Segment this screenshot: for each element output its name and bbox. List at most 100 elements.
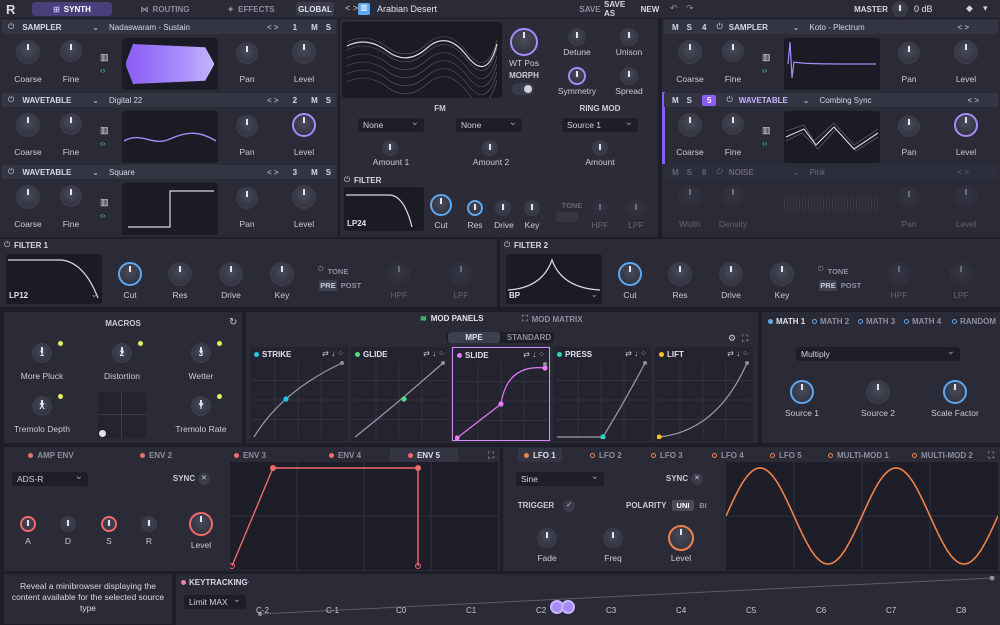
- macro-2-knob[interactable]: 2: [112, 343, 132, 363]
- coarse-knob[interactable]: [678, 113, 702, 137]
- pan-knob[interactable]: [236, 187, 258, 209]
- link-icon[interactable]: ‹›: [100, 66, 105, 75]
- fine-knob[interactable]: [60, 185, 82, 207]
- lfo-tab-4[interactable]: LFO 4: [706, 448, 750, 462]
- source-name[interactable]: Square: [109, 168, 267, 177]
- math-mode-select[interactable]: Multiply: [796, 346, 960, 361]
- mute-button[interactable]: M: [672, 96, 679, 105]
- macro-label[interactable]: Wetter: [165, 371, 237, 381]
- curve-tools-icon[interactable]: ⇄ ↓ ⁘: [523, 350, 545, 359]
- lfo-fade-knob[interactable]: [537, 528, 557, 548]
- tone-power-icon[interactable]: ⏻: [818, 266, 824, 274]
- mpe-curve-panel[interactable]: LIFT ⇄ ↓ ⁘: [655, 347, 753, 441]
- unison-knob[interactable]: [620, 28, 638, 46]
- fine-knob[interactable]: [722, 113, 744, 135]
- lfo-uni-button[interactable]: UNI: [672, 500, 694, 511]
- lfo-level-knob[interactable]: [668, 525, 694, 551]
- mute-button[interactable]: M: [311, 168, 318, 177]
- mpe-button[interactable]: MPE: [448, 332, 500, 343]
- fine-knob[interactable]: [60, 113, 82, 135]
- coarse-knob[interactable]: [678, 185, 702, 209]
- solo-button[interactable]: S: [326, 96, 331, 105]
- math-scale-factor-knob[interactable]: [943, 380, 967, 404]
- tab-routing[interactable]: ⋈ ROUTING: [130, 2, 200, 16]
- level-knob[interactable]: [954, 113, 978, 137]
- source-type-select[interactable]: NOISE: [729, 168, 793, 177]
- lfo-graph[interactable]: [725, 462, 999, 570]
- env-mode-select[interactable]: ADS-R: [12, 471, 88, 486]
- math-tab-4[interactable]: MATH 4: [904, 316, 941, 326]
- macro-1-knob[interactable]: 1: [32, 343, 52, 363]
- lfo-trigger-toggle[interactable]: ✓: [563, 500, 575, 512]
- env-tab-4[interactable]: ENV 4: [298, 448, 392, 462]
- save-as-button[interactable]: SAVE AS: [604, 0, 636, 18]
- mpe-curve-panel[interactable]: SLIDE ⇄ ↓ ⁘: [452, 347, 550, 441]
- filter-power-icon[interactable]: ⏻: [504, 240, 510, 250]
- source-waveform[interactable]: [122, 183, 218, 235]
- menu-dropdown-icon[interactable]: ▾: [983, 3, 988, 14]
- center-tone-toggle[interactable]: [556, 212, 578, 222]
- filter-graph[interactable]: LP12 ⌄: [6, 254, 102, 304]
- math-source-2-knob[interactable]: [866, 380, 890, 404]
- tab-effects[interactable]: ✦ EFFECTS: [216, 2, 286, 16]
- power-icon[interactable]: ⏻: [8, 95, 14, 105]
- filter-lpf-knob[interactable]: [449, 262, 473, 286]
- keytracking-mode-select[interactable]: Limit MAX: [184, 594, 246, 609]
- mute-button[interactable]: M: [311, 96, 318, 105]
- filter-cut-knob[interactable]: [618, 262, 642, 286]
- env-tab-2[interactable]: ENV 2: [109, 448, 203, 462]
- center-res-knob[interactable]: [467, 200, 483, 216]
- source-name[interactable]: Koto - Plectrum: [810, 23, 958, 32]
- keyboard-icon[interactable]: ▥: [762, 125, 771, 136]
- source-type-select[interactable]: SAMPLER: [729, 23, 793, 32]
- fm-source-1[interactable]: None: [358, 117, 424, 132]
- tab-global[interactable]: GLOBAL: [296, 2, 334, 16]
- mute-button[interactable]: M: [311, 23, 318, 32]
- center-drive-knob[interactable]: [495, 200, 511, 216]
- pan-knob[interactable]: [898, 115, 920, 137]
- curve-tools-icon[interactable]: ⇄ ↓ ⁘: [322, 349, 344, 358]
- macro-label[interactable]: More Pluck: [6, 371, 78, 381]
- power-icon[interactable]: ⏻: [8, 167, 14, 177]
- mpe-curve-panel[interactable]: STRIKE ⇄ ↓ ⁘: [250, 347, 348, 441]
- fine-knob[interactable]: [60, 40, 82, 62]
- link-icon[interactable]: ‹›: [100, 211, 105, 220]
- tone-post-button[interactable]: POST: [840, 280, 862, 291]
- link-icon[interactable]: ‹›: [762, 66, 767, 75]
- filter-drive-knob[interactable]: [719, 262, 743, 286]
- pan-knob[interactable]: [898, 42, 920, 64]
- new-button[interactable]: NEW: [640, 3, 660, 15]
- math-tab-3[interactable]: MATH 3: [858, 316, 895, 326]
- coarse-knob[interactable]: [16, 185, 40, 209]
- symmetry-knob[interactable]: [568, 67, 586, 85]
- coarse-knob[interactable]: [16, 40, 40, 64]
- coarse-knob[interactable]: [16, 113, 40, 137]
- tab-mod-matrix[interactable]: ⛶ MOD MATRIX: [522, 314, 583, 324]
- source-waveform[interactable]: [122, 38, 218, 90]
- tone-pre-button[interactable]: PRE: [319, 280, 337, 291]
- filter-power-icon[interactable]: ⏻: [344, 175, 350, 185]
- env-release-knob[interactable]: [141, 516, 157, 532]
- source-type-select[interactable]: SAMPLER: [22, 23, 92, 32]
- macro-label[interactable]: Tremolo Rate: [165, 424, 237, 434]
- source-name[interactable]: Combing Sync: [820, 96, 968, 105]
- env-level-knob[interactable]: [189, 512, 213, 536]
- lfo-tab-5[interactable]: LFO 5: [764, 448, 808, 462]
- xy-pad[interactable]: [98, 392, 146, 438]
- fm-source-2[interactable]: None: [456, 117, 522, 132]
- source-nav[interactable]: < >: [968, 96, 980, 105]
- env-tab-1[interactable]: AMP ENV: [4, 448, 98, 462]
- app-logo[interactable]: R: [6, 2, 15, 17]
- lfo-expand-icon[interactable]: ⛶: [988, 450, 994, 461]
- solo-button[interactable]: S: [687, 96, 692, 105]
- pan-knob[interactable]: [898, 187, 920, 209]
- level-knob[interactable]: [292, 40, 316, 64]
- power-icon[interactable]: ⏻: [716, 167, 722, 177]
- curve-tools-icon[interactable]: ⇄ ↓ ⁘: [423, 349, 445, 358]
- mod-settings-icon[interactable]: ⚙: [728, 333, 736, 344]
- macro-label[interactable]: Distortion: [86, 371, 158, 381]
- filter-graph[interactable]: BP ⌄: [506, 254, 602, 304]
- keyboard-icon[interactable]: ▥: [100, 197, 109, 208]
- source-waveform[interactable]: [784, 38, 880, 90]
- solo-button[interactable]: S: [687, 168, 692, 177]
